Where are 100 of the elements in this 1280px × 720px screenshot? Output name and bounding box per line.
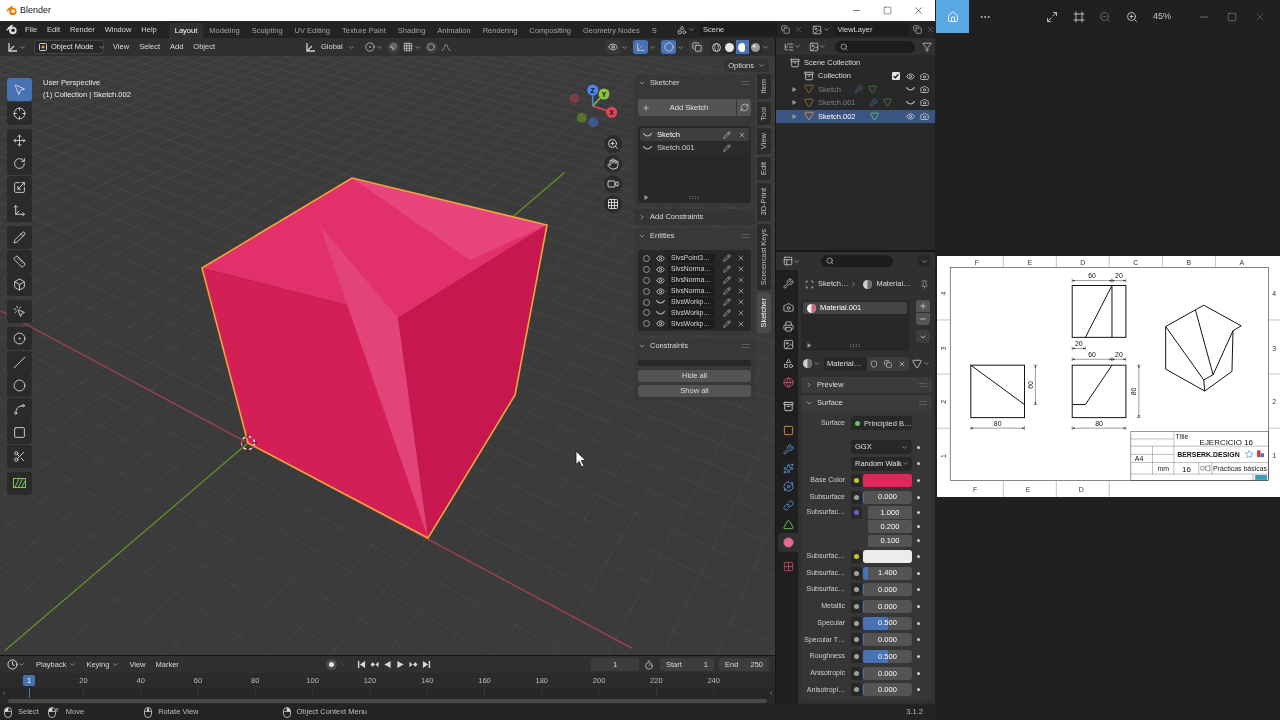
closed-eye-icon[interactable] [905,87,915,92]
video-camera-icon[interactable] [604,175,622,193]
color-swatch[interactable] [863,549,912,563]
negative-x-axis-handle[interactable] [569,93,580,104]
pencil-icon[interactable] [723,130,731,139]
close-icon[interactable] [913,5,924,16]
pin-icon[interactable] [920,279,929,289]
pencil-icon[interactable] [723,319,731,328]
close-icon[interactable] [737,308,745,317]
skip-back-icon[interactable] [357,660,366,669]
camera-icon[interactable] [919,84,929,94]
tool-button[interactable] [7,249,32,273]
tool-button[interactable] [7,152,32,175]
eye-icon[interactable] [656,253,665,263]
closed-eye-icon[interactable] [656,310,665,315]
tool-button[interactable] [7,444,32,468]
expand-arrow-icon[interactable] [792,113,797,119]
tool-button[interactable] [7,128,32,152]
toggle-button[interactable] [661,40,676,54]
caret-icon[interactable] [18,661,25,668]
close-icon[interactable] [898,359,906,368]
expand-arrow-icon[interactable] [644,195,649,200]
color-swatch[interactable] [863,473,912,487]
record-button[interactable] [326,659,337,670]
negative-y-axis-handle[interactable] [576,112,587,123]
curve-icon[interactable] [440,43,451,51]
maximize-icon[interactable] [883,6,892,15]
axes-icon[interactable] [305,41,316,53]
toggle-button[interactable] [633,40,648,54]
caret-icon[interactable] [794,43,801,50]
next-keyframe-icon[interactable] [409,660,418,669]
caret-icon[interactable] [677,43,684,51]
caret-icon[interactable] [762,43,769,51]
properties-tab[interactable] [778,533,798,553]
caret-icon[interactable] [19,43,26,51]
previous-keyframe-icon[interactable] [370,660,379,669]
caret-icon[interactable] [649,43,656,51]
axes-icon[interactable] [7,41,18,53]
close-icon[interactable] [737,265,745,274]
eye-icon[interactable] [656,286,665,296]
skip-forward-icon[interactable] [422,660,431,669]
grid-icon[interactable] [604,195,622,213]
copy-icon[interactable] [884,359,892,368]
browse-material-button[interactable] [801,356,820,371]
pencil-icon[interactable] [723,265,731,274]
eye-icon[interactable] [905,111,915,121]
slot-menu-button[interactable] [916,330,930,343]
pencil-icon[interactable] [723,254,731,263]
caret-icon[interactable] [413,43,421,51]
toggle-button[interactable] [424,40,438,54]
blender-menu-icon[interactable] [5,24,17,35]
tool-button[interactable] [7,397,32,421]
play-icon[interactable] [396,660,405,669]
radio-button[interactable] [643,254,650,262]
socket-button[interactable] [851,473,862,487]
link-dropdown[interactable] [912,358,930,369]
search-field[interactable] [821,255,893,267]
shading-mode-button[interactable] [710,40,723,54]
tool-button[interactable] [7,273,32,296]
stopwatch-icon[interactable] [644,659,654,670]
caret-icon[interactable] [822,26,830,33]
grid-icon[interactable] [402,42,413,52]
socket-button[interactable] [851,599,862,613]
tool-button[interactable] [7,471,32,495]
pencil-icon[interactable] [723,287,731,296]
shading-mode-button[interactable] [736,40,749,54]
socket-button[interactable] [851,616,862,630]
socket-button[interactable] [851,666,862,680]
caret-icon[interactable] [793,257,800,265]
frame-icon[interactable] [1073,10,1085,23]
toggle-button[interactable] [689,40,704,54]
radio-button[interactable] [643,309,650,317]
closed-eye-icon[interactable] [643,145,652,150]
socket-button[interactable] [851,649,862,663]
shapes-icon[interactable] [677,24,687,35]
close-icon[interactable] [738,130,746,139]
expand-arrow-icon[interactable] [792,100,797,106]
caret-icon[interactable] [621,43,628,51]
eye-icon[interactable] [656,319,665,329]
radio-button[interactable] [643,276,650,284]
copy-icon[interactable] [780,25,790,34]
closed-eye-icon[interactable] [643,132,652,137]
close-icon[interactable] [737,254,745,263]
toggle-button[interactable] [386,40,400,54]
pencil-icon[interactable] [723,298,731,306]
socket-button[interactable] [851,633,862,647]
close-icon[interactable] [737,319,745,328]
camera-icon[interactable] [919,111,929,121]
eye-icon[interactable] [656,264,665,274]
pencil-icon[interactable] [723,143,731,152]
refresh-button[interactable] [737,99,751,116]
caret-icon[interactable] [819,43,826,50]
hand-icon[interactable] [604,155,622,173]
search-field[interactable] [835,40,915,53]
zoom-out-icon[interactable] [1099,10,1111,23]
list-tree-icon[interactable] [784,41,794,52]
caret-icon[interactable] [688,26,695,33]
add-slot-button[interactable] [916,300,930,312]
image-icon[interactable] [809,41,819,52]
socket-button[interactable] [851,683,862,697]
